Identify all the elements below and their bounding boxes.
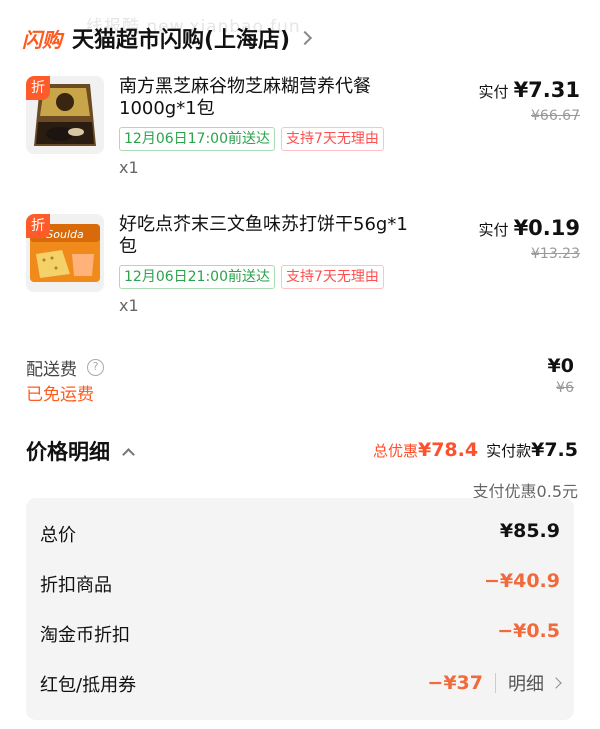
discount-tag: 折 <box>26 76 50 100</box>
breakdown-row-coin-discount: 淘金币折扣 −¥0.5 <box>40 618 560 648</box>
original-price: ¥13.23 <box>531 246 580 262</box>
pay-value: ¥7.5 <box>531 439 578 461</box>
product-title[interactable]: 南方黑芝麻谷物芝麻糊营养代餐1000g*1包 <box>119 76 419 120</box>
shipping-original-price: ¥6 <box>556 380 574 396</box>
chevron-right-icon[interactable] <box>550 677 562 689</box>
product-image[interactable]: 折 <box>26 76 104 154</box>
return-policy-tag: 支持7天无理由 <box>280 265 384 289</box>
breakdown-row-total: 总价 ¥85.9 <box>40 518 560 548</box>
delivery-time-tag: 12月06日17:00前送达 <box>119 127 275 151</box>
chevron-right-icon[interactable] <box>298 30 313 46</box>
total-discount-label: 总优惠 <box>372 442 418 460</box>
breakdown-label: 淘金币折扣 <box>40 625 130 646</box>
product-tags: 12月06日17:00前送达 支持7天无理由 <box>119 127 384 151</box>
breakdown-row-discounted-items: 折扣商品 −¥40.9 <box>40 568 560 598</box>
breakdown-label: 折扣商品 <box>40 575 112 596</box>
flash-badge-logo: 闪购 <box>22 27 62 52</box>
coupon-detail-link[interactable]: 明细 <box>508 670 544 696</box>
paid-label: 实付 <box>478 83 509 101</box>
paid-price: ¥7.31 <box>513 78 580 102</box>
free-shipping-label: 已免运费 <box>26 385 94 405</box>
pay-label: 实付款 <box>486 442 532 460</box>
price-block: 实付 ¥0.19 ¥13.23 <box>478 216 580 262</box>
price-breakdown-panel: 总价 ¥85.9 折扣商品 −¥40.9 淘金币折扣 −¥0.5 红包/抵用券 … <box>26 498 574 720</box>
product-quantity: x1 <box>119 296 139 315</box>
original-price: ¥66.67 <box>531 108 580 124</box>
product-item[interactable]: 折 南方黑芝麻谷物芝麻糊营养代餐1000g*1包 12月06日17:00前送达 … <box>24 76 580 186</box>
delivery-time-tag: 12月06日21:00前送达 <box>119 265 275 289</box>
product-title[interactable]: 好吃点芥末三文鱼味苏打饼干56g*1包 <box>119 214 419 258</box>
store-header[interactable]: 闪购 天猫超市闪购(上海店) <box>22 20 313 56</box>
store-name[interactable]: 天猫超市闪购(上海店) <box>72 22 290 54</box>
product-image[interactable]: 折 Soulda <box>26 214 104 292</box>
price-detail-title: 价格明细 <box>26 440 110 464</box>
shipping-fee-text: 配送费 <box>26 360 77 380</box>
breakdown-label: 红包/抵用券 <box>40 675 137 696</box>
shipping-fee-label: 配送费 ? <box>26 355 104 380</box>
price-detail-toggle[interactable]: 价格明细 <box>26 436 135 466</box>
discount-tag: 折 <box>26 214 50 238</box>
breakdown-row-coupon[interactable]: 红包/抵用券 −¥37 明细 <box>40 668 562 698</box>
product-item[interactable]: 折 Soulda 好吃点芥末三文鱼味苏打饼干56g*1包 12月06日21:00… <box>24 214 580 324</box>
paid-label: 实付 <box>478 221 509 239</box>
divider <box>495 673 496 693</box>
price-detail-header[interactable]: 价格明细 总优惠 ¥78.4 实付款 ¥7.5 <box>26 436 578 466</box>
price-summary: 总优惠 ¥78.4 实付款 ¥7.5 <box>373 439 578 461</box>
return-policy-tag: 支持7天无理由 <box>280 127 384 151</box>
paid-price: ¥0.19 <box>513 216 580 240</box>
total-discount-value: ¥78.4 <box>417 439 479 461</box>
shipping-price: ¥0 <box>547 355 574 377</box>
breakdown-value: −¥0.5 <box>497 620 560 642</box>
coupon-detail[interactable]: −¥37 明细 <box>427 670 562 696</box>
breakdown-label: 总价 <box>40 525 76 546</box>
breakdown-value: −¥40.9 <box>483 570 560 592</box>
chevron-up-icon[interactable] <box>122 447 135 461</box>
product-quantity: x1 <box>119 158 139 177</box>
price-block: 实付 ¥7.31 ¥66.67 <box>478 78 580 124</box>
shipping-fee-row: 配送费 ? 已免运费 ¥0 ¥6 <box>26 355 576 405</box>
svg-text:Soulda: Soulda <box>46 228 84 241</box>
breakdown-value: ¥85.9 <box>499 520 560 542</box>
breakdown-value: −¥37 <box>427 672 483 694</box>
help-icon[interactable]: ? <box>87 359 104 376</box>
product-tags: 12月06日21:00前送达 支持7天无理由 <box>119 265 384 289</box>
